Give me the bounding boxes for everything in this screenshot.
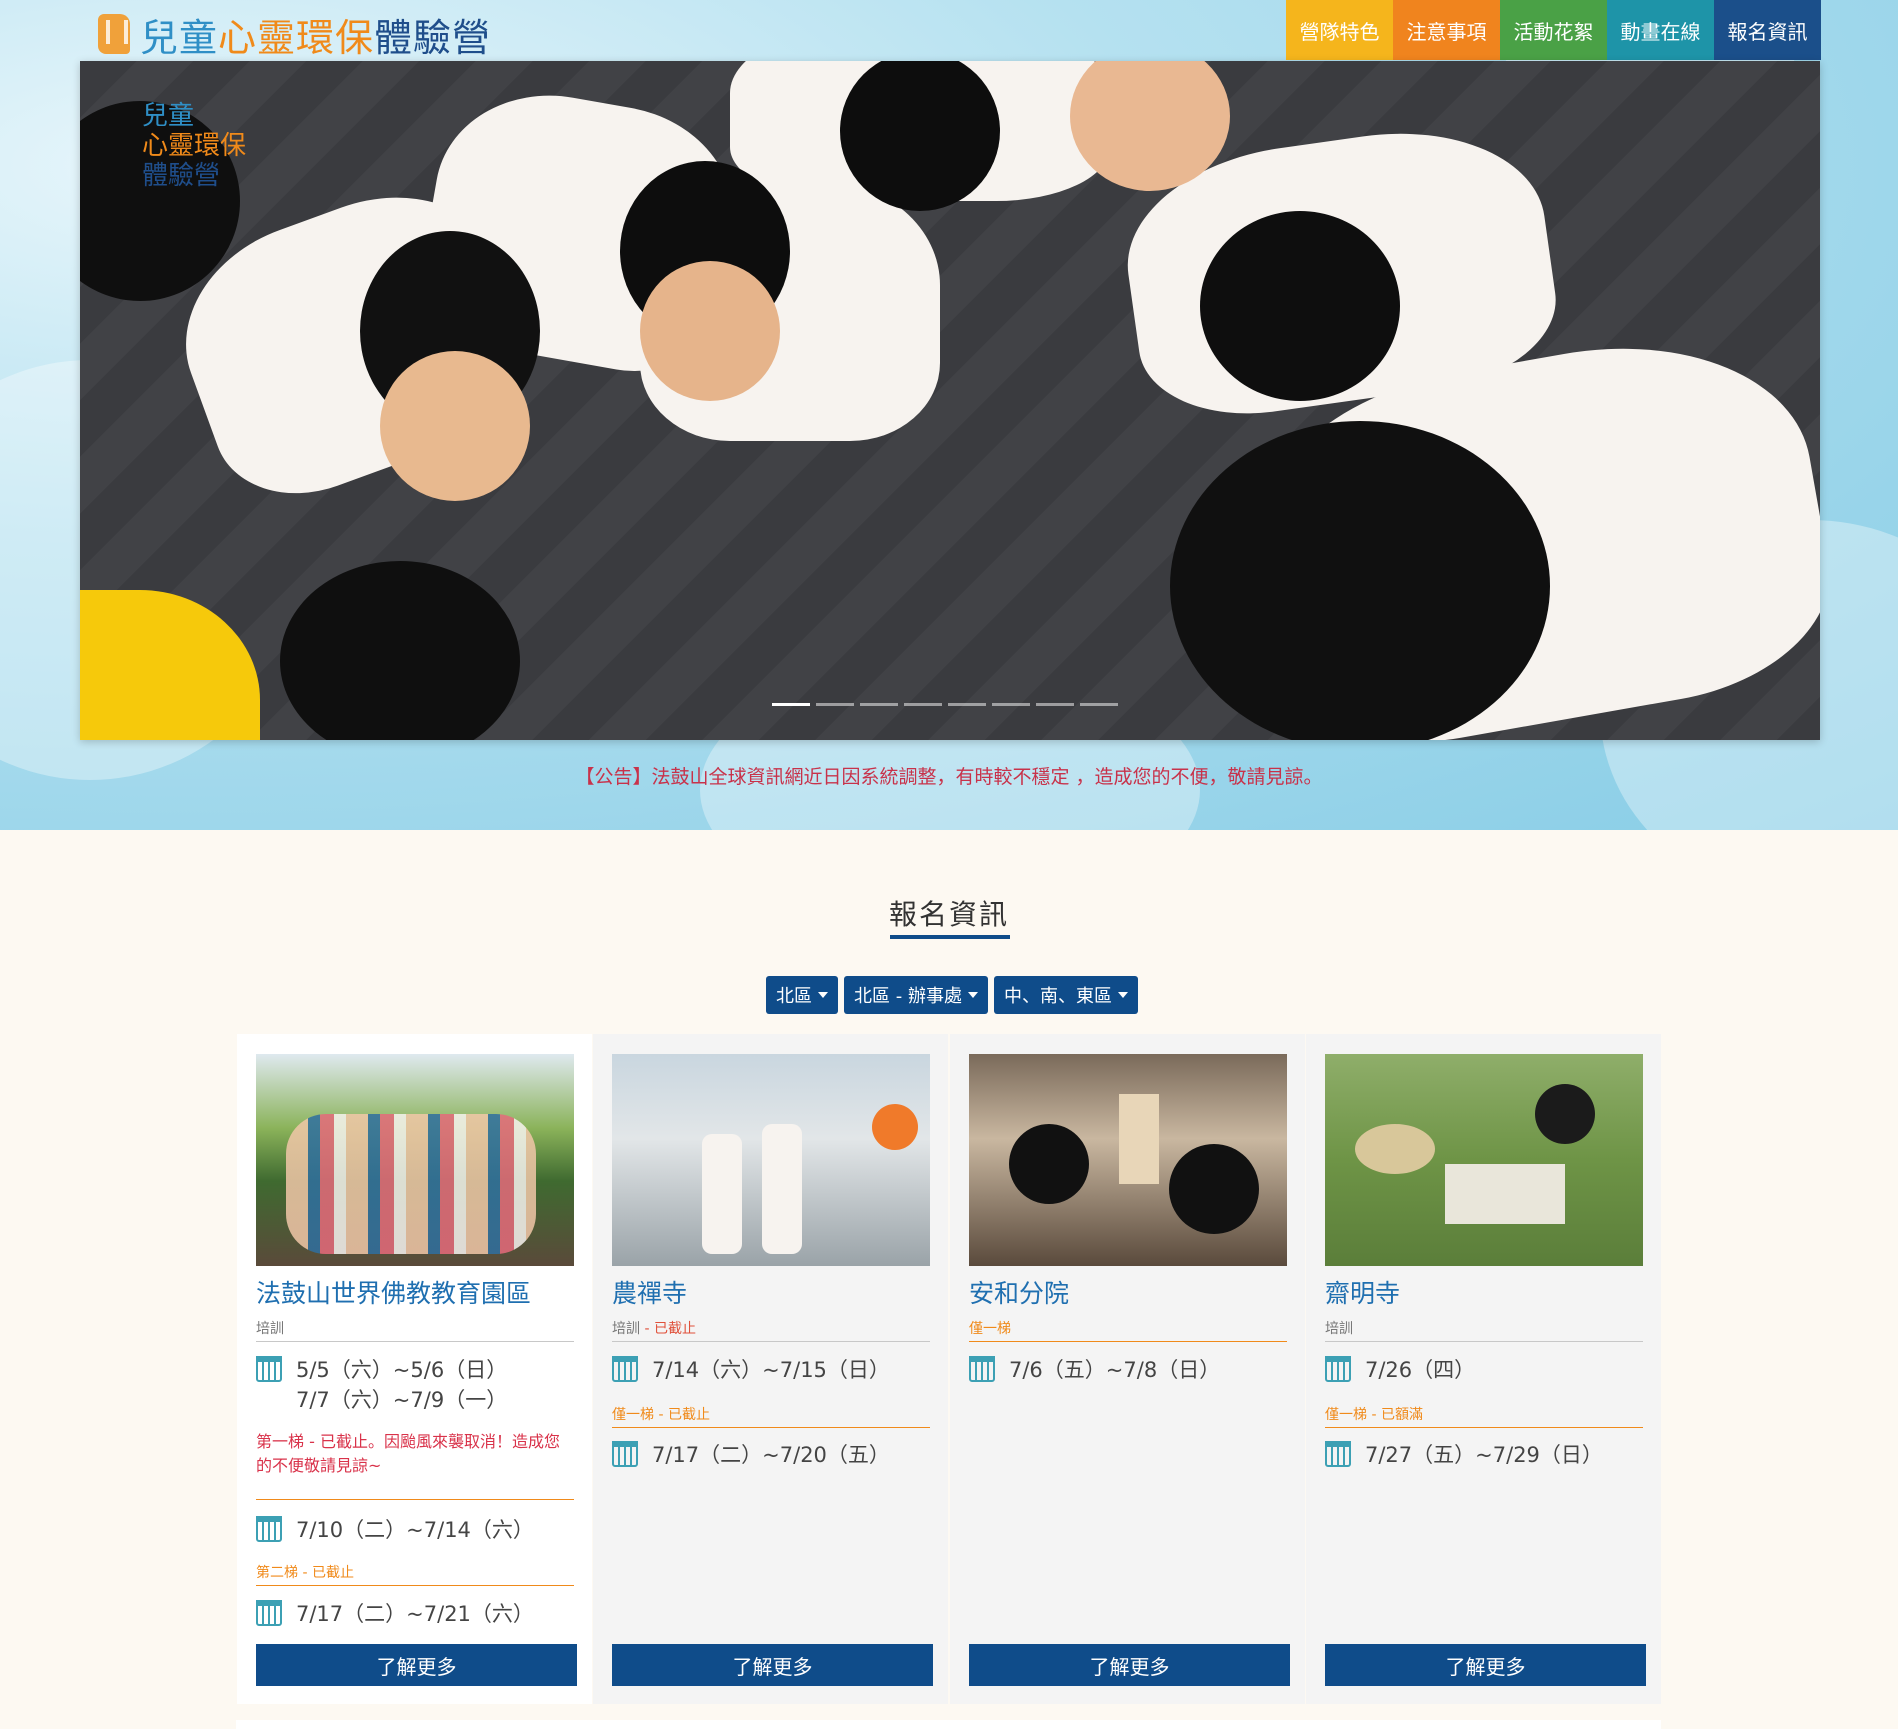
card-title[interactable]: 齋明寺 — [1325, 1274, 1400, 1310]
date-range: 7/6（五）~7/8（日） — [1009, 1358, 1221, 1382]
card-tag: 僅一梯 - 已額滿 — [1325, 1404, 1643, 1428]
card-date: 7/17（二）~7/21（六） — [256, 1598, 574, 1628]
filter-label: 北區 - 辦事處 — [854, 986, 962, 1007]
carousel-indicator[interactable] — [860, 703, 898, 706]
top-bar: 兒童心靈環保體驗營 營隊特色 注意事項 活動花絮 動畫在線 報名資訊 — [0, 0, 1898, 60]
nav-gallery[interactable]: 活動花絮 — [1500, 0, 1607, 60]
carousel-indicators — [772, 703, 1118, 706]
nav-camp-features[interactable]: 營隊特色 — [1286, 0, 1393, 60]
caret-down-icon — [818, 992, 828, 998]
carousel-indicator[interactable] — [948, 703, 986, 706]
date-range: 5/5（六）~5/6（日） — [296, 1358, 508, 1382]
next-row-cards — [236, 1720, 1661, 1729]
tag-status: - 已截止 — [640, 1321, 696, 1337]
card-date: 7/26（四） — [1325, 1354, 1643, 1384]
divider — [256, 1499, 574, 1500]
learn-more-button[interactable]: 了解更多 — [256, 1644, 577, 1686]
card-date: 7/14（六）~7/15（日） — [612, 1354, 930, 1384]
calendar-icon — [1325, 1441, 1351, 1467]
date-range: 7/17（二）~7/20（五） — [652, 1443, 890, 1467]
calendar-icon — [256, 1600, 282, 1626]
location-card: 農禪寺 培訓 - 已截止 7/14（六）~7/15（日） 僅一梯 - 已截止 7… — [593, 1034, 948, 1704]
logo-title-part-3: 體驗營 — [374, 15, 492, 60]
logo-title-part-2: 心靈環保 — [218, 15, 375, 60]
location-card: 安和分院 僅一梯 7/6（五）~7/8（日） 了解更多 — [950, 1034, 1305, 1704]
learn-more-button[interactable]: 了解更多 — [969, 1644, 1290, 1686]
calendar-icon — [612, 1356, 638, 1382]
main-nav: 營隊特色 注意事項 活動花絮 動畫在線 報名資訊 — [1286, 0, 1821, 60]
card-tag: 僅一梯 - 已截止 — [612, 1404, 930, 1428]
date-range: 7/27（五）~7/29（日） — [1365, 1443, 1603, 1467]
carousel-indicator[interactable] — [1036, 703, 1074, 706]
card-tag: 培訓 — [256, 1318, 574, 1342]
nav-registration[interactable]: 報名資訊 — [1714, 0, 1821, 60]
carousel-indicator[interactable] — [904, 703, 942, 706]
site-logo[interactable]: 兒童心靈環保體驗營 — [98, 10, 491, 60]
hero-carousel[interactable]: 兒童 心靈環保 體驗營 — [80, 61, 1820, 740]
location-card: 法鼓山世界佛教教育園區 培訓 5/5（六）~5/6（日） 7/7（六）~7/9（一… — [237, 1034, 592, 1704]
announcement-text: 【公告】法鼓山全球資訊網近日因系統調整，有時較不穩定 ，造成您的不便，敬請見諒。 — [575, 766, 1323, 788]
badge-line-2: 心靈環保 — [142, 131, 247, 161]
date-range: 7/17（二）~7/21（六） — [296, 1602, 534, 1626]
date-range: 7/10（二）~7/14（六） — [296, 1518, 534, 1542]
card-date: 7/6（五）~7/8（日） — [969, 1354, 1287, 1384]
filter-central-south-east-dropdown[interactable]: 中、南、東區 — [993, 976, 1138, 1014]
caret-down-icon — [967, 992, 978, 998]
learn-more-button[interactable]: 了解更多 — [612, 1644, 933, 1686]
card-date: 7/17（二）~7/20（五） — [612, 1439, 930, 1469]
filter-label: 北區 — [776, 986, 812, 1007]
card-photo — [969, 1054, 1287, 1266]
region-filters: 北區 北區 - 辦事處 中、南、東區 — [766, 976, 1138, 1014]
date-range: 7/14（六）~7/15（日） — [652, 1358, 890, 1382]
filter-label: 中、南、東區 — [1003, 986, 1112, 1007]
card-title[interactable]: 安和分院 — [969, 1274, 1069, 1310]
card-tag: 培訓 — [1325, 1318, 1643, 1342]
site-title: 兒童心靈環保體驗營 — [140, 7, 491, 62]
carousel-indicator[interactable] — [1080, 703, 1118, 706]
carousel-indicator[interactable] — [816, 703, 854, 706]
dharma-drum-logo-icon — [98, 14, 130, 54]
date-range: 7/26（四） — [1365, 1358, 1476, 1382]
card-date: 7/10（二）~7/14（六） — [256, 1514, 574, 1544]
card-photo — [256, 1054, 574, 1266]
learn-more-button[interactable]: 了解更多 — [1325, 1644, 1646, 1686]
logo-title-part-1: 兒童 — [140, 15, 219, 60]
nav-notes[interactable]: 注意事項 — [1393, 0, 1500, 60]
date-range: 7/7（六）~7/9（一） — [296, 1388, 508, 1412]
filter-north-dropdown[interactable]: 北區 — [766, 976, 838, 1014]
calendar-icon — [256, 1516, 282, 1542]
card-date: 5/5（六）~5/6（日） 7/7（六）~7/9（一） — [256, 1354, 574, 1414]
section-title-underline — [890, 935, 1010, 939]
card-tag: 僅一梯 — [969, 1318, 1287, 1342]
calendar-icon — [612, 1441, 638, 1467]
filter-north-office-dropdown[interactable]: 北區 - 辦事處 — [844, 976, 988, 1014]
cancel-notice: 第一梯 - 已截止。因颱風來襲取消！造成您的不便敬請見諒~ — [256, 1432, 560, 1475]
calendar-icon — [969, 1356, 995, 1382]
card-tag: 第二梯 - 已截止 — [256, 1562, 574, 1586]
section-title: 報名資訊 — [888, 898, 1009, 931]
card-title[interactable]: 法鼓山世界佛教教育園區 — [256, 1274, 531, 1310]
camp-badge-text: 兒童 心靈環保 體驗營 — [142, 101, 246, 191]
card-photo — [612, 1054, 930, 1266]
tag-label: 培訓 — [612, 1321, 640, 1337]
badge-line-1: 兒童 — [142, 101, 195, 131]
card-tag: 培訓 - 已截止 — [612, 1318, 930, 1342]
card-title[interactable]: 農禪寺 — [612, 1274, 687, 1310]
card-date: 7/27（五）~7/29（日） — [1325, 1439, 1643, 1469]
location-card: 齋明寺 培訓 7/26（四） 僅一梯 - 已額滿 7/27（五）~7/29（日）… — [1306, 1034, 1661, 1704]
nav-animation[interactable]: 動畫在線 — [1607, 0, 1714, 60]
carousel-indicator[interactable] — [772, 703, 810, 706]
badge-line-3: 體驗營 — [142, 161, 221, 191]
carousel-indicator[interactable] — [992, 703, 1030, 706]
calendar-icon — [1325, 1356, 1351, 1382]
card-photo — [1325, 1054, 1643, 1266]
calendar-icon — [256, 1356, 282, 1382]
caret-down-icon — [1117, 992, 1128, 998]
